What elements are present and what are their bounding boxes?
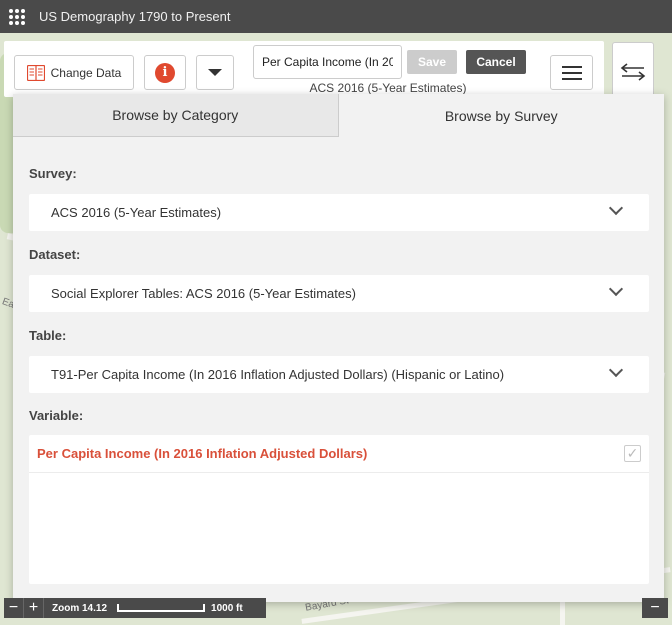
change-data-button[interactable]: Change Data [14,55,134,90]
dropdown-button[interactable] [196,55,234,90]
save-button[interactable]: Save [407,50,457,74]
variable-item-label: Per Capita Income (In 2016 Inflation Adj… [37,446,368,461]
survey-select[interactable]: ACS 2016 (5-Year Estimates) [29,194,649,231]
variable-checkbox[interactable]: ✓ [624,445,641,462]
table-label: Table: [29,328,67,343]
dataset-label: Dataset: [29,247,81,262]
info-icon: i [155,62,175,83]
swap-arrows-icon [620,63,646,81]
map-toolbar: Change Data i Save Cancel ACS 2016 (5-Ye… [4,41,604,97]
scale-distance: 1000 ft [211,602,243,614]
chevron-down-icon [608,200,624,216]
info-button[interactable]: i [144,55,186,90]
browse-tabs: Browse by Category Browse by Survey [13,94,664,137]
scale-bar [117,604,206,612]
app-title: US Demography 1790 to Present [39,9,231,24]
change-data-label: Change Data [50,65,122,80]
table-select[interactable]: T91-Per Capita Income (In 2016 Inflation… [29,356,649,393]
collapse-button[interactable]: − [642,598,668,618]
cancel-button[interactable]: Cancel [466,50,526,74]
caret-down-icon [208,69,222,76]
zoom-in-button[interactable]: + [24,598,44,618]
hamburger-icon [561,65,582,68]
app-grid-icon[interactable] [9,8,25,25]
survey-label: Survey: [29,166,77,181]
table-value: T91-Per Capita Income (In 2016 Inflation… [51,367,505,382]
chevron-down-icon [608,281,624,297]
zoom-bar: − + Zoom 14.12 1000 ft [4,598,266,618]
tab-browse-by-survey[interactable]: Browse by Survey [338,94,664,137]
survey-value: ACS 2016 (5-Year Estimates) [51,205,222,220]
dataset-value: Social Explorer Tables: ACS 2016 (5-Year… [51,286,356,301]
zoom-out-button[interactable]: − [4,598,24,618]
variable-label: Variable: [29,408,84,423]
menu-button[interactable] [550,55,593,90]
app-header: US Demography 1790 to Present [0,0,672,33]
checkmark-icon: ✓ [626,445,639,461]
dataset-select[interactable]: Social Explorer Tables: ACS 2016 (5-Year… [29,275,649,312]
survey-subtitle: ACS 2016 (5-Year Estimates) [309,81,467,95]
variable-item[interactable]: Per Capita Income (In 2016 Inflation Adj… [29,435,649,473]
map-name-input[interactable] [253,45,402,79]
chevron-down-icon [608,362,624,378]
variable-list: Per Capita Income (In 2016 Inflation Adj… [29,435,649,584]
zoom-level: Zoom 14.12 [52,602,108,614]
swap-button[interactable] [612,42,654,102]
book-icon [26,64,45,81]
data-browser-panel: Browse by Category Browse by Survey Surv… [13,94,664,602]
tab-browse-by-category[interactable]: Browse by Category [13,94,339,137]
